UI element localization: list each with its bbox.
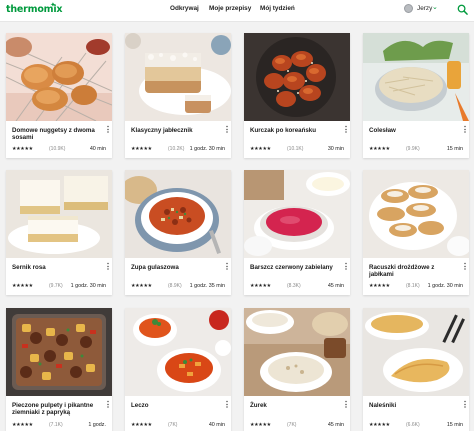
rating-stars: ★★★★★	[12, 422, 33, 428]
rating-stars: ★★★★★	[12, 146, 33, 152]
recipe-card-apple-pie[interactable]: Klasyczny jabłecznik ⋮ ★★★★★ (10.2K) 1 g…	[125, 33, 231, 158]
more-options-icon[interactable]: ⋮	[104, 126, 112, 134]
cooking-time: 1 godz. 35 min	[189, 283, 225, 289]
logo-sparkle-icon: ✦	[50, 2, 56, 9]
recipe-card-goulash-soup[interactable]: Zupa gulaszowa ⋮ ★★★★★ (8.9K) 1 godz. 35…	[125, 170, 231, 295]
more-options-icon[interactable]: ⋮	[342, 126, 350, 134]
rating-count: (7K)	[287, 422, 297, 428]
recipe-title[interactable]: Pieczone pulpety i pikantne ziemniaki z …	[12, 402, 100, 417]
more-options-icon[interactable]: ⋮	[342, 401, 350, 409]
rating-stars: ★★★★★	[250, 146, 271, 152]
rating-count: (10.9K)	[49, 146, 66, 152]
rating-count: (10.1K)	[287, 146, 304, 152]
nav-my-recipes[interactable]: Moje przepisy	[209, 5, 251, 12]
recipe-image[interactable]	[6, 33, 112, 121]
rating-count: (9.7K)	[49, 283, 63, 289]
rating-count: (8.1K)	[406, 283, 420, 289]
recipe-card-zurek[interactable]: Żurek ⋮ ★★★★★ (7K) 45 min	[244, 308, 350, 431]
recipe-title[interactable]: Domowe nuggetsy z dwoma sosami	[12, 127, 100, 142]
rating-count: (8.3K)	[287, 283, 301, 289]
recipe-card-coleslaw[interactable]: Colesław ⋮ ★★★★★ (9.9K) 15 min	[363, 33, 469, 158]
recipe-image[interactable]	[244, 308, 350, 396]
user-name[interactable]: Jerzy	[417, 5, 432, 12]
recipe-title[interactable]: Sernik rosa	[12, 264, 100, 271]
rating-stars: ★★★★★	[12, 283, 33, 289]
search-icon[interactable]	[457, 4, 468, 15]
rating-stars: ★★★★★	[131, 283, 152, 289]
cooking-time: 15 min	[446, 146, 463, 152]
rating-stars: ★★★★★	[369, 283, 390, 289]
recipe-image[interactable]	[6, 308, 112, 396]
cooking-time: 45 min	[327, 422, 344, 428]
recipe-title[interactable]: Żurek	[250, 402, 338, 409]
rating-count: (10.2K)	[168, 146, 185, 152]
rating-stars: ★★★★★	[131, 146, 152, 152]
recipe-image[interactable]	[244, 170, 350, 258]
cooking-time: 40 min	[89, 146, 106, 152]
more-options-icon[interactable]: ⋮	[461, 126, 469, 134]
rating-count: (7K)	[168, 422, 178, 428]
rating-count: (9.9K)	[406, 146, 420, 152]
cooking-time: 1 godz. 30 min	[189, 146, 225, 152]
recipe-image[interactable]	[244, 33, 350, 121]
recipe-card-crepes[interactable]: Naleśniki ⋮ ★★★★★ (6.6K) 15 min	[363, 308, 469, 431]
avatar[interactable]	[404, 4, 413, 13]
more-options-icon[interactable]: ⋮	[223, 263, 231, 271]
rating-count: (8.9K)	[168, 283, 182, 289]
recipe-title[interactable]: Zupa gulaszowa	[131, 264, 219, 271]
nav-my-week[interactable]: Mój tydzień	[260, 5, 295, 12]
recipe-card-apple-pancakes[interactable]: Racuszki drożdżowe z jabłkami ⋮ ★★★★★ (8…	[363, 170, 469, 295]
recipe-image[interactable]	[363, 170, 469, 258]
cooking-time: 45 min	[327, 283, 344, 289]
more-options-icon[interactable]: ⋮	[461, 401, 469, 409]
recipe-image[interactable]	[125, 170, 231, 258]
recipe-card-korean-chicken[interactable]: Kurczak po koreańsku ⋮ ★★★★★ (10.1K) 30 …	[244, 33, 350, 158]
recipe-title[interactable]: Kurczak po koreańsku	[250, 127, 338, 134]
nav-discover[interactable]: Odkrywaj	[170, 5, 199, 12]
recipe-card-lecso[interactable]: Leczo ⋮ ★★★★★ (7K) 40 min	[125, 308, 231, 431]
rating-count: (7.1K)	[49, 422, 63, 428]
rating-count: (6.6K)	[406, 422, 420, 428]
recipe-image[interactable]	[363, 308, 469, 396]
cooking-time: 1 godz. 30 min	[70, 283, 106, 289]
rating-stars: ★★★★★	[250, 422, 271, 428]
recipe-title[interactable]: Leczo	[131, 402, 219, 409]
cooking-time: 1 godz. 30 min	[427, 283, 463, 289]
top-nav-bar: thermomix ✦ Odkrywaj Moje przepisy Mój t…	[0, 0, 474, 22]
rating-stars: ★★★★★	[369, 422, 390, 428]
cooking-time: 1 godz.	[88, 422, 106, 428]
chevron-down-icon[interactable]: ⌄	[432, 3, 438, 11]
recipe-title[interactable]: Barszcz czerwony zabielany	[250, 264, 338, 271]
recipe-card-meatballs[interactable]: Pieczone pulpety i pikantne ziemniaki z …	[6, 308, 112, 431]
cooking-time: 30 min	[327, 146, 344, 152]
cooking-time: 15 min	[446, 422, 463, 428]
recipe-image[interactable]	[6, 170, 112, 258]
more-options-icon[interactable]: ⋮	[342, 263, 350, 271]
recipe-image[interactable]	[125, 33, 231, 121]
more-options-icon[interactable]: ⋮	[461, 263, 469, 271]
recipe-title[interactable]: Racuszki drożdżowe z jabłkami	[369, 264, 457, 279]
cooking-time: 40 min	[208, 422, 225, 428]
rating-stars: ★★★★★	[131, 422, 152, 428]
more-options-icon[interactable]: ⋮	[223, 401, 231, 409]
more-options-icon[interactable]: ⋮	[104, 263, 112, 271]
recipe-title[interactable]: Naleśniki	[369, 402, 457, 409]
recipe-image[interactable]	[125, 308, 231, 396]
more-options-icon[interactable]: ⋮	[104, 401, 112, 409]
recipe-title[interactable]: Klasyczny jabłecznik	[131, 127, 219, 134]
rating-stars: ★★★★★	[369, 146, 390, 152]
recipe-card-nuggets[interactable]: Domowe nuggetsy z dwoma sosami ⋮ ★★★★★ (…	[6, 33, 112, 158]
rating-stars: ★★★★★	[250, 283, 271, 289]
recipe-card-cheesecake[interactable]: Sernik rosa ⋮ ★★★★★ (9.7K) 1 godz. 30 mi…	[6, 170, 112, 295]
more-options-icon[interactable]: ⋮	[223, 126, 231, 134]
recipe-title[interactable]: Colesław	[369, 127, 457, 134]
recipe-card-borscht[interactable]: Barszcz czerwony zabielany ⋮ ★★★★★ (8.3K…	[244, 170, 350, 295]
recipe-image[interactable]	[363, 33, 469, 121]
